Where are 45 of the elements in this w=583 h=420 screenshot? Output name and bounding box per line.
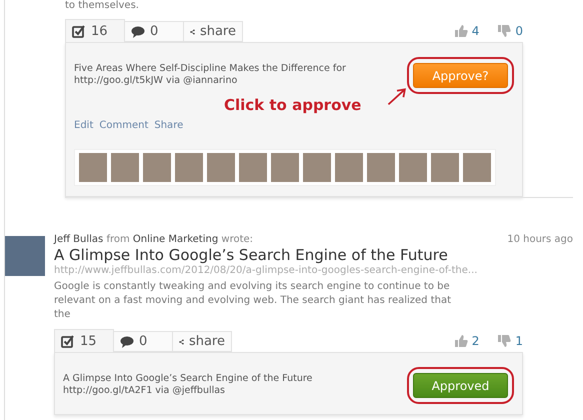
dislike-count: 1 xyxy=(515,334,523,348)
avatar-placeholder xyxy=(239,153,267,182)
avatar-placeholder xyxy=(367,153,395,182)
speech-bubble-icon xyxy=(120,336,134,348)
post-tab[interactable]: 0 xyxy=(124,21,184,42)
avatar-placeholder xyxy=(79,153,107,182)
approve-button[interactable]: Approved xyxy=(413,373,508,398)
tweet-text: Five Areas Where Self-Discipline Makes the Difference for http://goo.gl/t5kJW via @iannarino xyxy=(74,63,347,87)
post-tab[interactable]: 15 xyxy=(54,329,114,352)
avatar-placeholder xyxy=(431,153,459,182)
post-tab[interactable]: share xyxy=(172,331,232,352)
action-link[interactable]: Edit xyxy=(74,120,94,131)
post-tab[interactable]: 16 xyxy=(65,19,125,42)
speech-bubble-icon xyxy=(131,26,145,38)
avatar-placeholder xyxy=(175,153,203,182)
avatar-placeholder xyxy=(207,153,235,182)
thumbs-down-icon[interactable] xyxy=(497,334,512,348)
avatar-placeholder xyxy=(5,236,45,276)
action-link[interactable]: Comment xyxy=(99,120,148,131)
avatar-placeholder xyxy=(399,153,427,182)
post-title[interactable]: A Glimpse Into Google’s Search Engine of the Future xyxy=(54,246,573,264)
avatar-placeholder xyxy=(111,153,139,182)
thumbs-down-icon[interactable] xyxy=(497,24,512,38)
like-count: 2 xyxy=(472,334,480,348)
dislike-count: 0 xyxy=(515,24,523,38)
action-link[interactable]: Share xyxy=(154,120,184,131)
avatar-placeholder xyxy=(143,153,171,182)
tweet-text: A Glimpse Into Google’s Search Engine of the Future http://goo.gl/tA2F1 via @jeffbullas xyxy=(63,373,314,397)
post-excerpt: to themselves. xyxy=(65,0,140,12)
thumbs-up-icon[interactable] xyxy=(454,24,468,38)
post-time: 10 hours ago xyxy=(507,234,573,245)
annotation-arrow xyxy=(387,87,407,106)
checkbox-icon xyxy=(72,24,86,38)
thumbs-up-icon[interactable] xyxy=(454,334,468,348)
post-tab[interactable]: share xyxy=(183,21,243,42)
like-count: 4 xyxy=(472,24,480,38)
author-line: Jeff Bullas from Online Marketing wrote: xyxy=(54,234,254,245)
checkbox-icon xyxy=(61,334,75,348)
avatar-placeholder xyxy=(271,153,299,182)
post-tab[interactable]: 0 xyxy=(113,331,173,352)
avatar-placeholder xyxy=(335,153,363,182)
annotation-text: Click to approve xyxy=(224,96,362,114)
post-excerpt: Google is constantly tweaking and evolving its search engine to continue to be relevant on a fast moving and evolving web. The search giant has realized that the xyxy=(54,280,452,322)
avatar-placeholder xyxy=(303,153,331,182)
avatar-placeholder xyxy=(463,153,491,182)
